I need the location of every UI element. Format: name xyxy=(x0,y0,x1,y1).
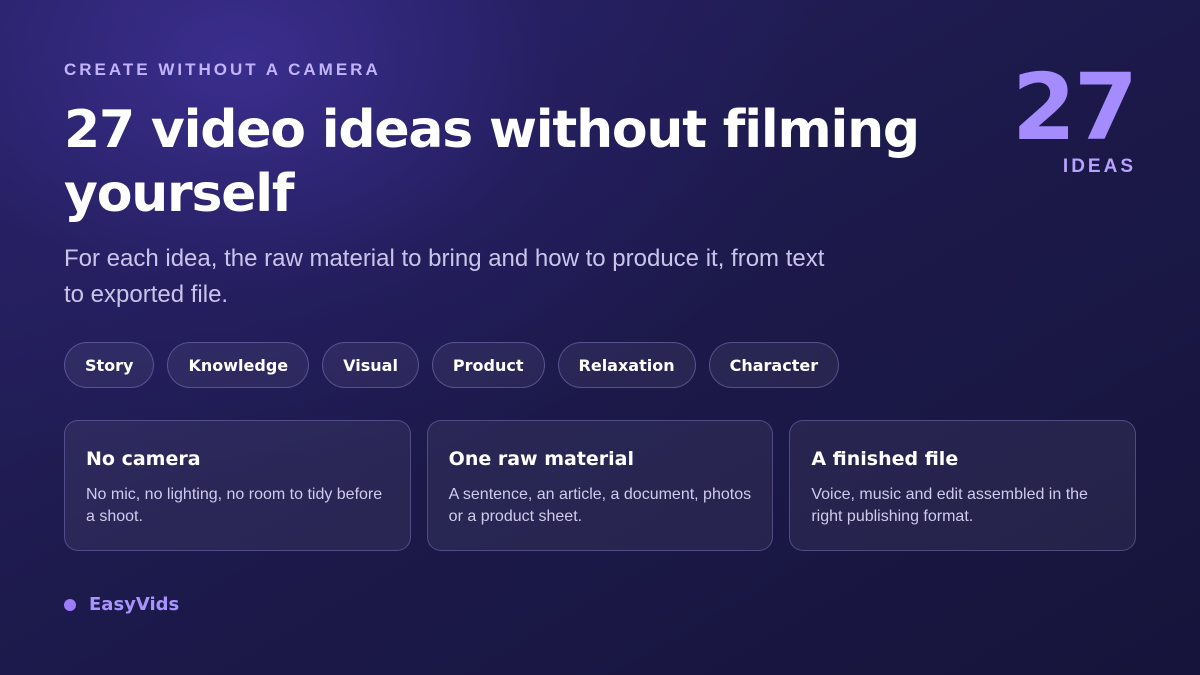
tag-knowledge[interactable]: Knowledge xyxy=(167,342,310,388)
card-title: A finished file xyxy=(811,448,959,470)
counter-number: 27 xyxy=(1011,54,1138,161)
card-body: No mic, no lighting, no room to tidy bef… xyxy=(86,486,383,525)
category-tags: Story Knowledge Visual Product Relaxatio… xyxy=(64,342,840,388)
card-title: No camera xyxy=(86,448,201,470)
feature-card-finished-file: A finished file Voice, music and edit as… xyxy=(789,420,1137,551)
tag-product[interactable]: Product xyxy=(431,342,545,388)
feature-cards: No camera No mic, no lighting, no room t… xyxy=(64,420,1137,551)
eyebrow-label: CREATE WITHOUT A CAMERA xyxy=(64,60,381,79)
page-title: 27 video ideas without filming yourself xyxy=(64,100,920,224)
feature-card-no-camera: No camera No mic, no lighting, no room t… xyxy=(64,420,411,551)
tag-character[interactable]: Character xyxy=(708,342,840,388)
feature-card-raw-material: One raw material A sentence, an article,… xyxy=(426,420,774,551)
tag-visual[interactable]: Visual xyxy=(322,342,419,388)
tag-story[interactable]: Story xyxy=(64,342,155,388)
card-body: A sentence, an article, a document, phot… xyxy=(448,486,752,525)
page-subtitle: For each idea, the raw material to bring… xyxy=(64,245,825,308)
tag-relaxation[interactable]: Relaxation xyxy=(557,342,696,388)
brand-name: EasyVids xyxy=(89,594,180,615)
card-body: Voice, music and edit assembled in the r… xyxy=(811,486,1088,525)
brand: EasyVids xyxy=(64,594,179,615)
dot-icon xyxy=(64,598,76,611)
ideas-counter: 27 IDEAS xyxy=(1011,54,1138,178)
card-title: One raw material xyxy=(448,448,635,470)
